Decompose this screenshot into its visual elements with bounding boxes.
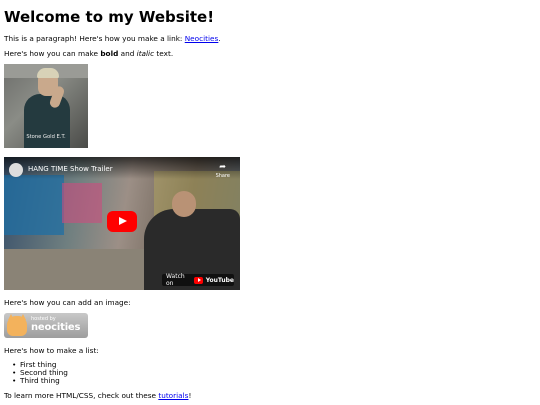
video-graffiti-wall <box>62 183 102 223</box>
youtube-brand: YouTube <box>205 276 234 284</box>
example-list: First thing Second thing Third thing <box>12 361 68 386</box>
profile-photo: Stone Gold E.T. <box>4 64 88 148</box>
neocities-link[interactable]: Neocities <box>185 34 219 43</box>
share-icon[interactable]: ➦ <box>219 162 226 171</box>
formatting-paragraph: Here's how you can make bold and italic … <box>4 49 173 59</box>
italic-text: italic <box>136 49 155 58</box>
watch-on-youtube-button[interactable]: Watch on YouTube <box>162 273 234 287</box>
footer-text-end: ! <box>188 391 192 400</box>
hosted-by-neocities-badge[interactable]: hosted by neocities <box>4 313 88 338</box>
list-section-label: Here's how to make a list: <box>4 346 99 355</box>
video-title[interactable]: HANG TIME Show Trailer <box>28 165 113 173</box>
video-person-head <box>172 191 196 217</box>
intro-text: This is a paragraph! Here's how you make… <box>4 34 185 43</box>
youtube-logo-icon <box>193 276 203 284</box>
neocities-cat-icon <box>7 316 27 336</box>
neocities-brand: neocities <box>31 322 81 333</box>
formatting-text-end: text. <box>154 49 174 58</box>
image-section-label: Here's how you can add an image: <box>4 298 131 307</box>
intro-paragraph: This is a paragraph! Here's how you make… <box>4 34 221 44</box>
photo-caption: Stone Gold E.T. <box>26 134 66 140</box>
bold-text: bold <box>100 49 119 58</box>
formatting-text-middle: and <box>118 49 137 58</box>
share-label[interactable]: Share <box>216 173 230 179</box>
channel-avatar-icon[interactable] <box>9 163 23 177</box>
footer-text: To learn more HTML/CSS, check out these <box>4 391 159 400</box>
list-item: Third thing <box>12 377 68 386</box>
footer-paragraph: To learn more HTML/CSS, check out these … <box>4 391 191 401</box>
formatting-text: Here's how you can make <box>4 49 101 58</box>
play-button[interactable] <box>107 211 137 232</box>
watch-on-label: Watch on <box>166 273 185 287</box>
photo-figure-hair <box>37 68 59 78</box>
tutorials-link[interactable]: tutorials <box>158 391 188 400</box>
youtube-video-embed[interactable]: HANG TIME Show Trailer ➦ Share Watch on … <box>4 157 240 290</box>
page-title: Welcome to my Website! <box>4 8 215 26</box>
video-graffiti-wall <box>4 175 64 235</box>
intro-text-end: . <box>218 34 221 43</box>
